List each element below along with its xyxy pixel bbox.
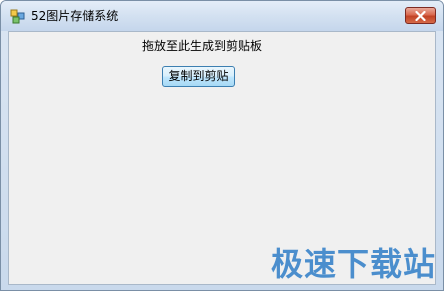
watermark-logo: 极速下载站 [271, 245, 437, 283]
close-icon [415, 11, 426, 21]
copy-to-clipboard-button[interactable]: 复制到剪贴 [162, 66, 235, 87]
drop-hint-label: 拖放至此生成到剪贴板 [142, 39, 263, 53]
title-bar[interactable]: 52图片存储系统 [1, 1, 443, 31]
window-app-icon[interactable] [10, 9, 25, 24]
window-title: 52图片存储系统 [31, 9, 119, 23]
close-button[interactable] [405, 7, 436, 24]
app-window: 52图片存储系统 拖放至此生成到剪贴板 复制到剪贴 极速下载站 [0, 0, 444, 291]
